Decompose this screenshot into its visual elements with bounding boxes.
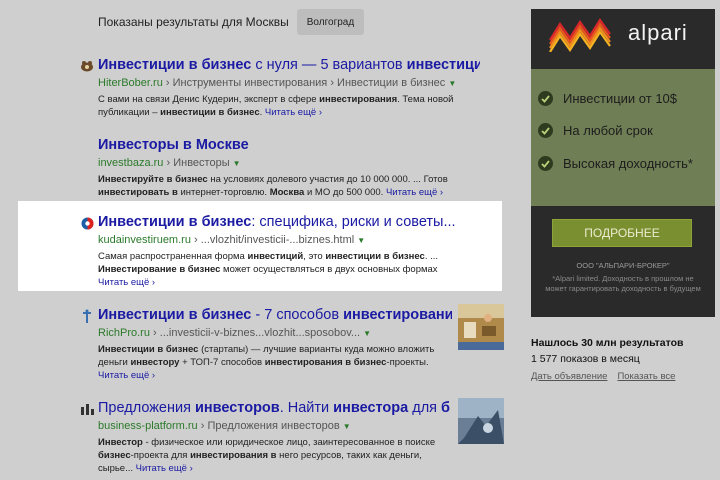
search-result: Инвестиции в бизнес с нуля — 5 вариантов… (80, 56, 480, 119)
richpro-favicon-icon (80, 309, 94, 323)
alpari-waves-icon (549, 18, 611, 52)
checkmark-icon (538, 156, 553, 171)
result-url[interactable]: kudainvestiruem.ru › ...vlozhit/investic… (98, 233, 480, 248)
dropdown-triangle-icon[interactable]: ▼ (363, 329, 371, 338)
business-platform-favicon-icon (80, 402, 94, 416)
checkmark-icon (538, 91, 553, 106)
ad-feature-label: На любой срок (563, 123, 653, 138)
dropdown-triangle-icon[interactable]: ▼ (448, 79, 456, 88)
region-bar: Показаны результаты для Москвы Волгоград (98, 9, 365, 35)
search-result: Предложения инвесторов. Найти инвестора … (80, 399, 452, 475)
alpari-brand-text: alpari (628, 20, 688, 45)
result-domain[interactable]: HiterBober.ru (98, 77, 163, 89)
read-more-link[interactable]: Читать ещё › (386, 187, 443, 198)
read-more-link[interactable]: Читать ещё › (98, 277, 155, 288)
result-crumb[interactable]: Инвестиции в бизнес (337, 77, 445, 89)
result-domain[interactable]: RichPro.ru (98, 327, 150, 339)
ad-feature: Инвестиции от 10$ (538, 91, 677, 106)
result-title[interactable]: Инвестиции в бизнес с нуля — 5 вариантов… (98, 56, 480, 74)
checkmark-icon (538, 123, 553, 138)
result-title[interactable]: Предложения инвесторов. Найти инвестора … (98, 399, 452, 417)
dropdown-triangle-icon[interactable]: ▼ (343, 422, 351, 431)
result-thumbnail-image[interactable] (458, 304, 504, 350)
result-crumb[interactable]: ...investicii-v-biznes...vlozhit...sposo… (160, 327, 360, 339)
result-crumb[interactable]: Инвесторы (173, 157, 229, 169)
ad-feature-label: Инвестиции от 10$ (563, 91, 678, 106)
ad-feature-label: Высокая доходность* (563, 156, 693, 171)
ad-feature: Высокая доходность* (538, 156, 693, 171)
search-result: Инвестиции в бизнес: специфика, риски и … (80, 213, 480, 289)
result-url[interactable]: business-platform.ru › Предложения инвес… (98, 419, 452, 434)
result-thumbnail-image[interactable] (458, 398, 504, 444)
results-count: Нашлось 30 млн результатов (531, 337, 684, 349)
dropdown-triangle-icon[interactable]: ▼ (357, 236, 365, 245)
read-more-link[interactable]: Читать ещё › (98, 370, 155, 381)
result-domain[interactable]: investbaza.ru (98, 157, 163, 169)
result-url[interactable]: RichPro.ru › ...investicii-v-biznes...vl… (98, 326, 452, 341)
impressions-count: 1 577 показов в месяц (531, 353, 640, 365)
result-title[interactable]: Инвестиции в бизнес - 7 способов инвести… (98, 306, 452, 324)
result-crumb[interactable]: ...vlozhit/investicii-...biznes.html (201, 234, 354, 246)
result-domain[interactable]: business-platform.ru (98, 420, 198, 432)
kudainvestiruem-favicon-icon (80, 216, 94, 230)
result-domain[interactable]: kudainvestiruem.ru (98, 234, 191, 246)
ad-company: ООО "АЛЬПАРИ-БРОКЕР" (576, 261, 670, 270)
read-more-link[interactable]: Читать ещё › (136, 463, 193, 474)
result-snippet: Инвестируйте в бизнес на условиях долево… (98, 174, 448, 198)
result-title[interactable]: Инвестиции в бизнес: специфика, риски и … (98, 213, 480, 231)
dropdown-triangle-icon[interactable]: ▼ (233, 159, 241, 168)
ad-links: Дать объявление Показать все (531, 371, 685, 382)
search-result: Инвесторы в Москве investbaza.ru › Инвес… (80, 136, 480, 199)
result-crumb[interactable]: Инструменты инвестирования (173, 77, 328, 89)
place-ad-link[interactable]: Дать объявление (531, 371, 607, 382)
search-result: Инвестиции в бизнес - 7 способов инвести… (80, 306, 452, 382)
ad-details-button[interactable]: ПОДРОБНЕЕ (552, 219, 692, 247)
result-title[interactable]: Инвесторы в Москве (98, 136, 480, 154)
result-crumb[interactable]: Предложения инвесторов (207, 420, 339, 432)
region-text: Показаны результаты для Москвы (98, 15, 289, 29)
result-url[interactable]: HiterBober.ru › Инструменты инвестирован… (98, 76, 480, 91)
result-snippet: С вами на связи Денис Кудерин, эксперт в… (98, 94, 454, 118)
ad-feature: На любой срок (538, 123, 653, 138)
hiterbober-favicon-icon (80, 59, 94, 73)
result-snippet: Инвестор - физическое или юридическое ли… (98, 437, 436, 474)
result-snippet: Инвестиции в бизнес (стартапы) — лучшие … (98, 344, 435, 381)
result-snippet: Самая распространенная форма инвестиций,… (98, 251, 439, 288)
show-all-link[interactable]: Показать все (617, 371, 675, 382)
read-more-link[interactable]: Читать ещё › (265, 107, 322, 118)
result-url[interactable]: investbaza.ru › Инвесторы ▼ (98, 156, 480, 171)
ad-disclaimer: *Alpari limited. Доходность в прошлом не… (545, 274, 701, 293)
alpari-logo[interactable]: alpari (548, 14, 688, 52)
region-switch-button[interactable]: Волгоград (296, 9, 365, 35)
